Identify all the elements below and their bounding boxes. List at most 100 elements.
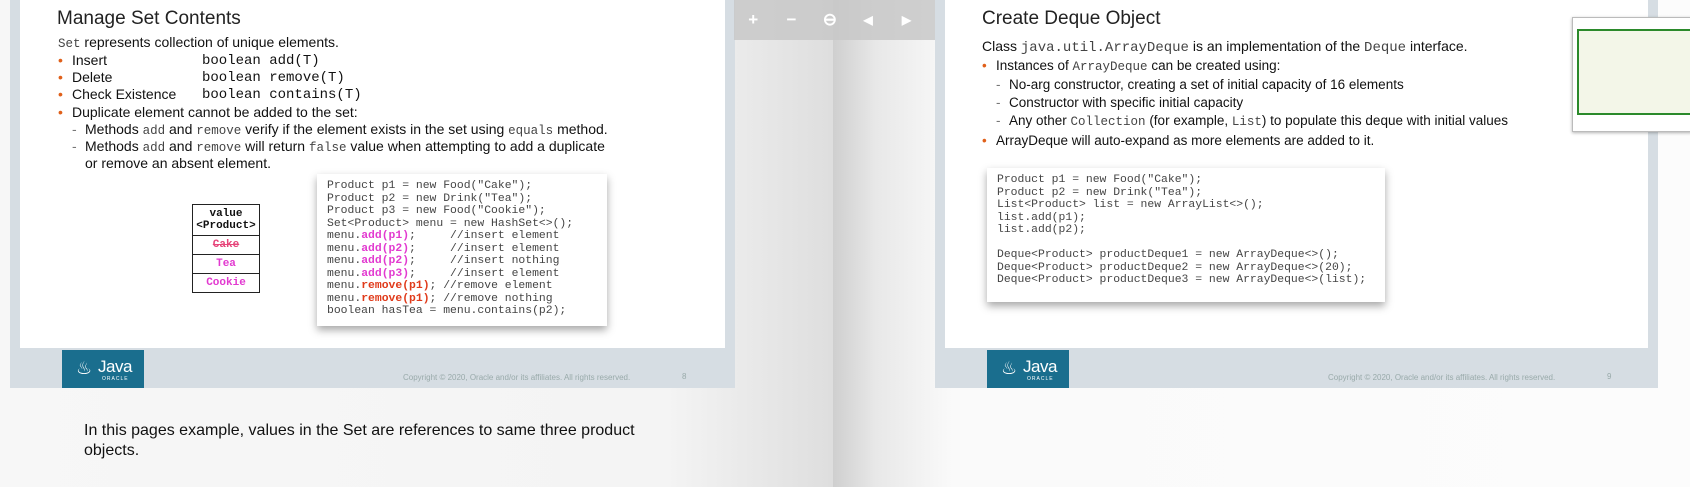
copyright: Copyright © 2020, Oracle and/or its affi… <box>1328 373 1556 382</box>
logo-word: Java <box>98 357 132 376</box>
java-logo: ♨ Java ORACLE <box>62 350 144 388</box>
page-number: 8 <box>682 372 687 381</box>
code-line: menu.add(p2); //insert element <box>327 242 560 255</box>
code-line: Product p2 = new Drink("Tea"); <box>327 192 533 205</box>
text: is an implementation of the <box>1188 38 1365 54</box>
bullet-auto-expand: ArrayDeque will auto-expand as more elem… <box>982 132 1374 149</box>
text: value when attempting to add a duplicate <box>346 138 605 154</box>
code-line: Deque<Product> productDeque3 = new Array… <box>997 274 1367 286</box>
text: interface. <box>1406 38 1468 54</box>
code-line: menu.add(p1); //insert element <box>327 230 560 242</box>
code: false <box>308 141 347 155</box>
code: remove <box>196 141 242 155</box>
dup-bullet: Duplicate element cannot be added to the… <box>58 104 358 121</box>
text: will return <box>241 138 309 154</box>
code-line: Product p1 = new Food("Cake"); <box>997 174 1203 186</box>
code-example-deque: Product p1 = new Food("Cake"); Product p2… <box>987 168 1385 302</box>
code-line: menu.add(p3); //insert element <box>327 267 560 280</box>
bullet-instances: Instances of ArrayDeque can be created u… <box>982 57 1281 76</box>
cell-text: Cookie <box>206 277 246 289</box>
code-line: menu.remove(p1); //remove element <box>327 280 553 292</box>
code-line: list.add(p1); <box>997 211 1086 224</box>
code-line: Product p2 = new Drink("Tea"); <box>997 186 1203 199</box>
java-logo: ♨ Java ORACLE <box>987 350 1069 388</box>
code: add <box>142 124 166 138</box>
dash-collection: Any other Collection (for example, List)… <box>996 112 1509 131</box>
code: equals <box>508 124 554 138</box>
op-label: Check Existence <box>72 86 177 102</box>
code-line: menu.add(p2); //insert nothing <box>327 255 560 267</box>
slide-title: Create Deque Object <box>982 8 1161 29</box>
slide-manage-set-contents: Manage Set Contents Set represents colle… <box>10 0 735 388</box>
text: ) to populate this deque with initial va… <box>1261 113 1509 128</box>
table-header: value <Product> <box>192 204 260 236</box>
speaker-notes: In this pages example, values in the Set… <box>84 422 635 459</box>
zoom-in-button[interactable]: + <box>734 0 772 40</box>
text: Methods <box>85 121 143 137</box>
table-cell-cookie: Cookie <box>192 273 260 293</box>
text: can be created using: <box>1147 58 1281 73</box>
dash-capacity: Constructor with specific initial capaci… <box>996 94 1243 111</box>
intro-line: Class java.util.ArrayDeque is an impleme… <box>982 38 1468 57</box>
text: Class <box>982 38 1021 54</box>
zoom-out-button[interactable]: − <box>772 0 810 40</box>
code: add <box>142 141 166 155</box>
text: Methods <box>85 138 143 154</box>
java-cup-icon: ♨ <box>76 358 93 378</box>
intro-text: represents collection of unique elements… <box>80 34 339 50</box>
set-values-table: value <Product> Cake Tea Cookie <box>192 204 260 293</box>
op-delete: Delete <box>58 69 113 86</box>
op-label: Insert <box>72 52 108 68</box>
header-line: value <box>209 208 243 220</box>
text: and <box>165 138 197 154</box>
text: Any other <box>1009 113 1071 128</box>
cell-text: Cake <box>212 239 240 251</box>
code: Deque <box>1364 40 1407 56</box>
code-line: Set<Product> menu = new HashSet<>(); <box>327 217 574 230</box>
zoom-reset-icon[interactable]: ⊖ <box>811 0 849 40</box>
op-delete-code: boolean remove(T) <box>202 70 345 86</box>
table-cell-tea: Tea <box>192 254 260 274</box>
java-cup-icon: ♨ <box>1001 358 1018 378</box>
header-line: <Product> <box>196 220 256 232</box>
code: remove <box>196 124 242 138</box>
dash-no-arg: No-arg constructor, creating a set of in… <box>996 76 1404 93</box>
slide-title: Manage Set Contents <box>57 8 241 29</box>
intro-line: Set represents collection of unique elem… <box>58 34 339 53</box>
code-line: list.add(p2); <box>997 224 1086 236</box>
op-insert: Insert <box>58 52 108 69</box>
slide-create-deque-object: Create Deque Object Class java.util.Arra… <box>935 0 1658 388</box>
dash-return-line2: or remove an absent element. <box>85 155 271 171</box>
text: and <box>165 121 197 137</box>
logo-brand: ORACLE <box>102 376 129 382</box>
code-line: menu.remove(p1); //remove nothing <box>327 292 553 305</box>
text: method. <box>553 121 608 137</box>
code-line: Deque<Product> productDeque2 = new Array… <box>997 261 1353 274</box>
text: (for example, <box>1145 113 1232 128</box>
page-number: 9 <box>1607 372 1612 381</box>
slide-thumbnail[interactable] <box>1572 17 1690 132</box>
code: ArrayDeque <box>1072 60 1148 74</box>
code: List <box>1231 115 1262 129</box>
table-cell-cake: Cake <box>192 235 260 255</box>
previous-page-button[interactable]: ◀ <box>849 0 887 40</box>
op-label: Delete <box>72 69 113 85</box>
code-example-set: Product p1 = new Food("Cake"); Product p2… <box>317 174 607 326</box>
code: Collection <box>1070 115 1146 129</box>
code-line: Product p3 = new Food("Cookie"); <box>327 205 546 217</box>
cell-text: Tea <box>216 258 236 270</box>
viewer-toolbar: + − ⊖ ◀ ▶ ➤ <box>734 0 964 40</box>
op-insert-code: boolean add(T) <box>202 53 320 69</box>
op-check: Check Existence <box>58 86 177 103</box>
code-line: Product p1 = new Food("Cake"); <box>327 180 533 192</box>
code-line: List<Product> list = new ArrayList<>(); <box>997 199 1264 211</box>
code: java.util.ArrayDeque <box>1020 40 1189 56</box>
logo-brand: ORACLE <box>1027 376 1054 382</box>
thumbnail-preview <box>1577 29 1690 115</box>
next-page-button[interactable]: ▶ <box>887 0 925 40</box>
copyright: Copyright © 2020, Oracle and/or its affi… <box>403 373 631 382</box>
text: verify if the element exists in the set … <box>241 121 509 137</box>
code-line: boolean hasTea = menu.contains(p2); <box>327 305 567 317</box>
op-check-code: boolean contains(T) <box>202 87 362 103</box>
